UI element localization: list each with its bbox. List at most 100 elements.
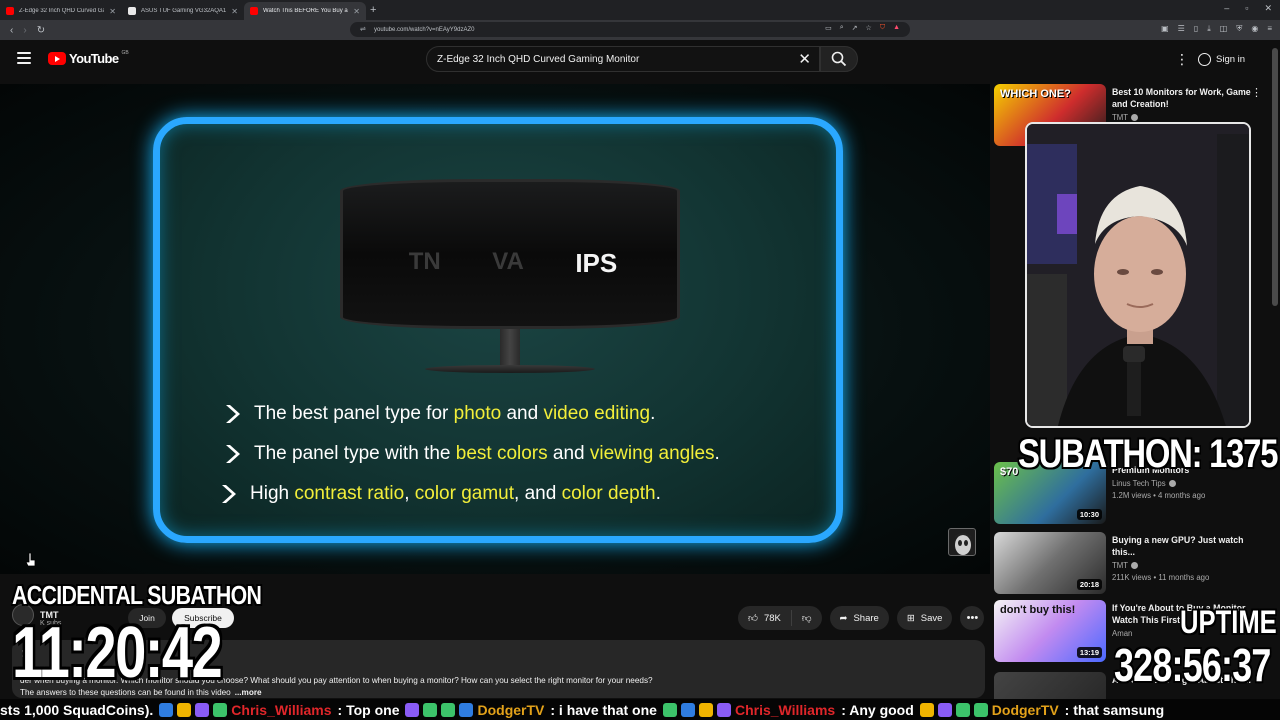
browser-tab-strip: Z-Edge 32 Inch QHD Curved Gaming✕ASUS TU… (0, 0, 1280, 20)
close-window-button[interactable]: ✕ (1264, 3, 1272, 14)
vpn-icon[interactable]: ⛨ (1236, 24, 1242, 34)
search-button[interactable] (820, 46, 858, 72)
profile-icon[interactable]: ◉ (1251, 24, 1258, 34)
bullet-fragment: and (547, 443, 590, 464)
channel-watermark[interactable] (948, 528, 976, 556)
share-button[interactable]: ➦ Share (829, 606, 889, 630)
page-scrollbar[interactable] (1272, 48, 1278, 306)
guide-menu-icon[interactable] (17, 52, 31, 64)
show-more-link[interactable]: ...more (235, 688, 262, 697)
chat-message: : Top one (337, 701, 400, 718)
video-thumbnail[interactable]: don't buy this! 13:19 (994, 600, 1106, 662)
video-title[interactable]: Best 10 Monitors for Work, Game and Crea… (1112, 86, 1252, 110)
chat-badge-icon (213, 702, 228, 717)
uptime-value: 328:56:37 (1114, 639, 1271, 691)
address-bar[interactable]: ⇌ youtube.com/watch?v=nEAyY9dzAZ0 ▭ ⌕ ↗ … (350, 22, 910, 37)
video-player[interactable]: TN VA IPS The best panel type for photo an… (0, 84, 990, 574)
verified-icon (1131, 114, 1139, 122)
chat-badge-icon (423, 702, 438, 717)
search-input[interactable]: Z-Edge 32 Inch QHD Curved Gaming Monitor… (426, 46, 820, 72)
sidebar-icon[interactable]: ▯ (1194, 24, 1198, 34)
chat-badge-icon (955, 702, 970, 717)
search-icon (831, 51, 847, 67)
video-options-kebab-icon[interactable]: ⋮ (1251, 86, 1262, 99)
youtube-logo[interactable]: YouTube GB (48, 50, 129, 66)
maximize-button[interactable]: ▫ (1245, 3, 1248, 14)
chevron-right-icon (222, 485, 236, 503)
thumbnail-text: WHICH ONE? (1000, 88, 1071, 100)
highlight-phrase: color gamut (414, 483, 515, 504)
thumbnail-text: don't buy this! (1000, 604, 1076, 616)
sign-in-button[interactable]: Sign in (1198, 49, 1245, 69)
extension-icons: ▣ ☰ ▯ ⤓ ◫ ⛨ ◉ ≡ (1161, 24, 1272, 34)
hand-cursor-icon (25, 552, 36, 567)
accidental-subathon-timer: 11:20:42 (12, 613, 223, 693)
back-button[interactable]: ‹ (10, 25, 13, 36)
bullet-fragment: . (655, 483, 661, 504)
chat-badge-icon (716, 702, 731, 717)
new-tab-button[interactable]: + (370, 4, 376, 16)
tab-favicon-icon (128, 7, 136, 15)
bullet-fragment: The best panel type for (254, 403, 454, 424)
highlight-phrase: color depth (561, 483, 656, 504)
chat-ticker: sts 1,000 SquadCoins). Chris_Williams: To… (0, 699, 1280, 720)
search-query: Z-Edge 32 Inch QHD Curved Gaming Monitor (437, 53, 640, 65)
zoom-icon[interactable]: ⌕ (840, 24, 844, 32)
site-info-icon[interactable]: ⇌ (360, 25, 366, 33)
monitor-screen: TN VA IPS (340, 179, 680, 329)
monitor-stand (500, 329, 520, 367)
extension-icon[interactable]: ▣ (1161, 24, 1169, 34)
more-actions-button[interactable]: ••• (960, 606, 985, 630)
channel-name[interactable]: TMT (1112, 561, 1139, 570)
reading-list-icon[interactable]: ☰ (1178, 24, 1185, 34)
download-icon[interactable]: ⤓ (1207, 24, 1211, 34)
channel-name[interactable]: TMT (1112, 113, 1139, 122)
minimize-button[interactable]: – (1224, 3, 1229, 14)
settings-kebab-icon[interactable]: ⋮ (1175, 51, 1189, 68)
cast-icon[interactable]: ▭ (825, 24, 832, 32)
panel-type-label: VA (492, 248, 524, 275)
tab-close-icon[interactable]: ✕ (231, 7, 238, 16)
share-icon[interactable]: ↗ (852, 24, 858, 32)
star-icon[interactable]: ☆ (866, 24, 872, 32)
bullet-fragment: . (714, 443, 720, 464)
tab-close-icon[interactable]: ✕ (109, 7, 116, 16)
channel-name-text: TMT (1112, 113, 1129, 122)
chat-username: Chris_Williams (231, 701, 332, 718)
brave-shield-icon[interactable]: ⛉ (880, 24, 885, 32)
omnibox-actions: ▭ ⌕ ↗ ☆ ⛉ ▲ (825, 24, 900, 32)
bullet-text: The best panel type for photo and video … (254, 403, 655, 425)
menu-icon[interactable]: ≡ (1267, 24, 1272, 34)
slide-card: TN VA IPS The best panel type for photo an… (153, 117, 843, 543)
youtube-header: YouTube GB Z-Edge 32 Inch QHD Curved Gam… (0, 40, 1280, 78)
slide-bullet: High contrast ratio, color gamut, and co… (216, 474, 820, 514)
video-thumbnail[interactable]: 20:18 (994, 532, 1106, 594)
sign-in-label: Sign in (1216, 53, 1246, 65)
channel-name[interactable]: Aman (1112, 629, 1132, 638)
chat-badge-icon (662, 702, 677, 717)
brave-rewards-icon[interactable]: ▲ (893, 24, 900, 32)
highlight-phrase: photo (453, 403, 502, 424)
like-button[interactable]: 👍︎ 78K (738, 610, 792, 626)
dislike-button[interactable]: 👎︎ (792, 612, 822, 624)
tab-list: Z-Edge 32 Inch QHD Curved Gaming✕ASUS TU… (0, 0, 366, 20)
video-title[interactable]: Buying a new GPU? Just watch this... (1112, 534, 1252, 558)
browser-tab[interactable]: Watch This BEFORE You Buy a ✕ (244, 2, 366, 20)
channel-name[interactable]: Linus Tech Tips (1112, 479, 1176, 488)
reload-button[interactable]: ↻ (37, 25, 45, 36)
clear-search-icon[interactable]: ✕ (798, 50, 811, 68)
browser-tab[interactable]: Z-Edge 32 Inch QHD Curved Gaming ✕ (0, 2, 122, 20)
tab-close-icon[interactable]: ✕ (353, 7, 360, 16)
chat-badge-icon (177, 702, 192, 717)
related-video-item[interactable]: 20:18 Buying a new GPU? Just watch this..… (994, 532, 1270, 596)
browser-tab[interactable]: ASUS TUF Gaming VG32AQA1A - 31 ✕ (122, 2, 244, 20)
wallet-icon[interactable]: ◫ (1220, 24, 1228, 34)
webcam-feed-image (1027, 124, 1249, 426)
chat-username: Chris_Williams (734, 701, 836, 718)
channel-name-text: TMT (1112, 561, 1129, 570)
forward-button[interactable]: › (23, 25, 26, 36)
save-button[interactable]: ⊞ Save (896, 606, 953, 630)
video-duration: 13:19 (1076, 647, 1102, 658)
chat-badge-icon (459, 702, 474, 717)
like-dislike-group: 👍︎ 78K 👎︎ (738, 606, 822, 630)
